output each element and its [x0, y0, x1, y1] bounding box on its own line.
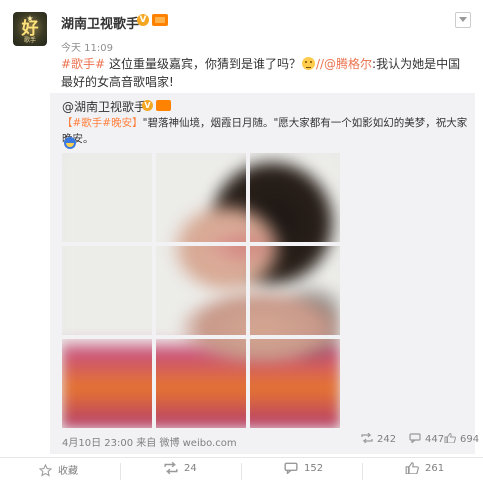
- favorite-button[interactable]: 收藏: [38, 462, 78, 477]
- action-separator: [362, 463, 363, 480]
- repost-author-at: @: [62, 100, 74, 114]
- photo-tile[interactable]: [156, 153, 246, 242]
- thumbs-up-icon: [444, 433, 456, 443]
- like-count: 694: [460, 434, 480, 445]
- photo-grid: [62, 153, 340, 428]
- comment-icon: [409, 433, 421, 443]
- repost-verified-badge-icon: V: [142, 100, 153, 111]
- repost-author-name: 湖南卫视歌手: [74, 100, 147, 114]
- verified-badge-icon: V: [137, 14, 149, 26]
- post-time[interactable]: 今天 11:09: [61, 39, 113, 54]
- topic-tag[interactable]: #歌手#: [61, 57, 105, 71]
- avatar-subtext: 歌手: [23, 37, 36, 44]
- repost-icon: [164, 461, 178, 475]
- repost-meta[interactable]: 4月10日 23:00 来自 微博 weibo.com: [62, 434, 237, 449]
- comment-action-count: 152: [304, 463, 324, 474]
- repost-topic-tags[interactable]: 【#歌手#晚安】: [62, 117, 143, 129]
- action-separator: [241, 463, 242, 480]
- emoji-icon: [64, 137, 76, 149]
- repost-icon: [361, 433, 373, 443]
- repost-action-count: 24: [184, 463, 197, 474]
- photo-tile[interactable]: [62, 246, 152, 335]
- like-action-count: 261: [425, 463, 445, 474]
- post-author[interactable]: 湖南卫视歌手: [61, 13, 139, 32]
- comment-button[interactable]: 152: [284, 462, 324, 475]
- favorite-label: 收藏: [58, 466, 78, 477]
- like-count-stat[interactable]: 694: [444, 433, 479, 445]
- post-content: #歌手# 这位重量级嘉宾，你猜到是谁了吗？//@腾格尔:我认为她是中国最好的女高…: [61, 55, 471, 91]
- avatar-text: 好: [21, 19, 39, 39]
- repost-vip-badge-icon: [156, 100, 171, 111]
- action-separator: [120, 463, 121, 480]
- comment-count: 447: [425, 434, 445, 445]
- photo-tile[interactable]: [62, 153, 152, 242]
- photo-tile[interactable]: [62, 339, 152, 428]
- mention-link[interactable]: //@腾格尔: [316, 57, 372, 71]
- comment-count-stat[interactable]: 447: [409, 433, 444, 445]
- emoji-icon: [301, 57, 315, 70]
- chevron-down-icon[interactable]: [455, 12, 471, 28]
- repost-text: 【#歌手#晚安】"碧落神仙境，烟霞日月随。"愿大家都有一个如影如幻的美梦，祝大家…: [62, 115, 470, 147]
- footer-divider: [0, 457, 483, 458]
- repost-button[interactable]: 24: [164, 461, 197, 475]
- vip-badge-icon: [152, 14, 168, 26]
- repost-count: 242: [377, 434, 397, 445]
- avatar[interactable]: ★ 好 歌手: [13, 12, 47, 46]
- photo-tile[interactable]: [250, 246, 340, 335]
- photo-tile[interactable]: [250, 339, 340, 428]
- repost-count-stat[interactable]: 242: [361, 433, 396, 445]
- photo-tile[interactable]: [250, 153, 340, 242]
- like-button[interactable]: 261: [405, 462, 445, 475]
- thumbs-up-icon: [405, 462, 419, 475]
- repost-author[interactable]: @湖南卫视歌手: [62, 98, 146, 115]
- post-text-part1: 这位重量级嘉宾，你猜到是谁了吗？: [105, 57, 301, 71]
- photo-tile[interactable]: [156, 339, 246, 428]
- comment-icon: [284, 462, 298, 475]
- star-icon: [38, 463, 53, 477]
- photo-tile[interactable]: [156, 246, 246, 335]
